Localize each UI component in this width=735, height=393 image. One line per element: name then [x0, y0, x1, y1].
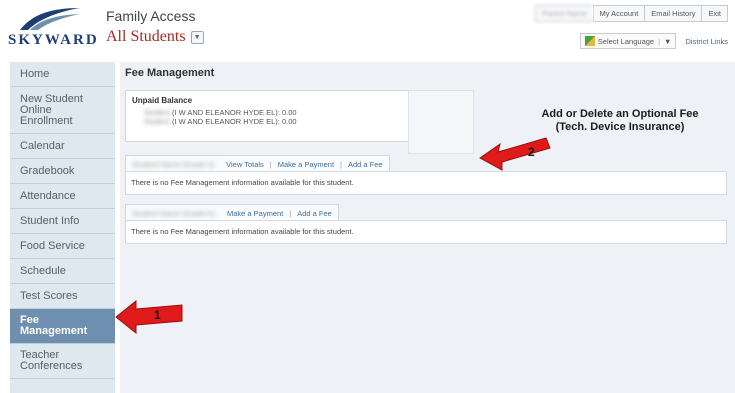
swoosh-icon	[20, 8, 80, 30]
sidebar-item-food-service[interactable]: Food Service	[10, 234, 115, 259]
top-links: Parent Name My Account Email History Exi…	[535, 5, 728, 22]
sidebar-item-enrollment[interactable]: New Student Online Enrollment	[10, 87, 115, 134]
sidebar-item-teacher-conferences[interactable]: Teacher Conferences	[10, 344, 115, 379]
arrow-1-number: 1	[154, 308, 161, 322]
user-name-link[interactable]: Parent Name	[535, 5, 593, 22]
sidebar-item-calendar[interactable]: Calendar	[10, 134, 115, 159]
section-2-header: Student Name (Grade K) Make a Payment | …	[125, 202, 725, 221]
language-selector[interactable]: Select Language | ▼	[579, 33, 677, 49]
student-select-label: All Students	[106, 28, 186, 45]
sidebar-item-schedule[interactable]: Schedule	[10, 259, 115, 284]
view-totals-link[interactable]: View Totals	[226, 160, 264, 169]
arrow-2-number: 2	[528, 145, 535, 159]
sidebar-item-fee-management[interactable]: Fee Management	[10, 309, 115, 344]
balance-line: Student (I W AND ELEANOR HYDE EL): 0.00	[144, 117, 297, 126]
unpaid-heading: Unpaid Balance	[132, 96, 193, 105]
sidebar-item-home[interactable]: Home	[10, 62, 115, 87]
email-history-link[interactable]: Email History	[644, 5, 702, 22]
skyward-logo: SKYWARD	[4, 6, 99, 52]
chevron-down-icon[interactable]: ▼	[664, 37, 671, 46]
no-info-message: There is no Fee Management information a…	[131, 178, 354, 187]
sidebar-item-gradebook[interactable]: Gradebook	[10, 159, 115, 184]
separator: |	[658, 36, 661, 46]
section-1-tab: Student Name (Grade 2) View Totals | Mak…	[125, 155, 390, 172]
translate-icon	[584, 36, 595, 46]
logo-text: SKYWARD	[8, 32, 99, 48]
add-fee-link[interactable]: Add a Fee	[297, 209, 332, 218]
my-account-link[interactable]: My Account	[592, 5, 645, 22]
language-row: Select Language | ▼ District Links	[579, 33, 728, 49]
section-1-header: Student Name (Grade 2) View Totals | Mak…	[125, 153, 725, 172]
language-label: Select Language	[597, 36, 655, 46]
district-links[interactable]: District Links	[685, 37, 728, 46]
unpaid-balance-box: Unpaid Balance Student (I W AND ELEANOR …	[125, 90, 412, 142]
sidebar-item-student-info[interactable]: Student Info	[10, 209, 115, 234]
make-payment-link[interactable]: Make a Payment	[227, 209, 283, 218]
red-arrow-1: 1	[115, 299, 183, 335]
chevron-down-icon[interactable]: ▼	[190, 30, 204, 44]
no-info-message: There is no Fee Management information a…	[131, 227, 354, 236]
app-title: Family Access	[106, 8, 196, 24]
add-fee-link[interactable]: Add a Fee	[348, 160, 383, 169]
red-arrow-2: 2	[479, 137, 551, 171]
page-title: Fee Management	[125, 67, 215, 79]
section-2-tab: Student Name (Grade K) Make a Payment | …	[125, 204, 339, 221]
student-name: Student Name (Grade 2)	[132, 159, 215, 169]
sidebar-item-test-scores[interactable]: Test Scores	[10, 284, 115, 309]
make-payment-link[interactable]: Make a Payment	[278, 160, 334, 169]
exit-link[interactable]: Exit	[701, 5, 728, 22]
student-name: Student Name (Grade K)	[132, 208, 215, 218]
sidebar-nav: Home New Student Online Enrollment Calen…	[10, 62, 115, 393]
popup-ghost	[408, 90, 474, 154]
student-selector[interactable]: All Students ▼	[106, 28, 204, 46]
balance-line: Student (I W AND ELEANOR HYDE EL): 0.00	[144, 108, 297, 117]
sidebar-item-attendance[interactable]: Attendance	[10, 184, 115, 209]
